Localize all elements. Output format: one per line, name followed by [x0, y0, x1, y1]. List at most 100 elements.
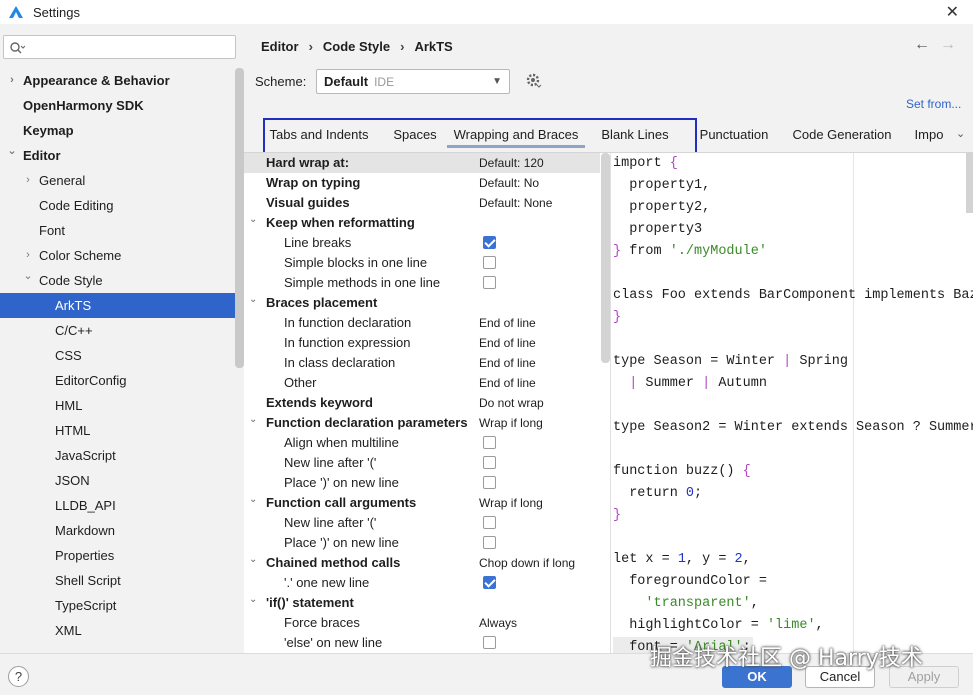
option-checkbox[interactable] [483, 516, 496, 529]
option-row[interactable]: Wrap on typing Default: No [244, 173, 600, 193]
option-row[interactable]: Other End of line [244, 373, 600, 393]
option-checkbox[interactable] [483, 636, 496, 649]
sidebar-item-code-style[interactable]: ⌄ Code Style [0, 268, 244, 293]
sidebar-item-color-scheme[interactable]: › Color Scheme [0, 243, 244, 268]
chevron-down-icon[interactable]: ⌄ [249, 410, 257, 430]
sidebar-item-hml[interactable]: HML [0, 393, 244, 418]
option-row[interactable]: New line after '(' [244, 453, 600, 473]
option-checkbox[interactable] [483, 256, 496, 269]
sidebar-item-arkts[interactable]: ArkTS [0, 293, 244, 318]
option-value[interactable]: Default: No [479, 173, 539, 193]
option-checkbox[interactable] [483, 476, 496, 489]
option-row[interactable]: Line breaks [244, 233, 600, 253]
tab-code-generation[interactable]: Code Generation [785, 122, 899, 148]
option-row[interactable]: In function expression End of line [244, 333, 600, 353]
breadcrumb-editor[interactable]: Editor [261, 39, 299, 54]
option-value[interactable]: End of line [479, 373, 536, 393]
sidebar-item-keymap[interactable]: Keymap [0, 118, 244, 143]
option-label: Chained method calls [266, 555, 401, 570]
back-arrow-icon[interactable]: ← [914, 36, 930, 54]
option-row[interactable]: Force braces Always [244, 613, 600, 633]
chevron-down-icon[interactable]: ⌄ [249, 550, 257, 570]
forward-arrow-icon[interactable]: → [940, 36, 956, 54]
sidebar-item-html[interactable]: HTML [0, 418, 244, 443]
option-row[interactable]: '.' one new line [244, 573, 600, 593]
option-checkbox[interactable] [483, 536, 496, 549]
sidebar-item-code-editing[interactable]: Code Editing [0, 193, 244, 218]
sidebar-item-json[interactable]: JSON [0, 468, 244, 493]
sidebar-item-editorconfig[interactable]: EditorConfig [0, 368, 244, 393]
sidebar-item-properties[interactable]: Properties [0, 543, 244, 568]
help-button[interactable]: ? [8, 666, 29, 687]
sidebar-item-lldb-api[interactable]: LLDB_API [0, 493, 244, 518]
sidebar-scrollbar[interactable] [235, 68, 244, 368]
sidebar-item-css[interactable]: CSS [0, 343, 244, 368]
option-row[interactable]: Align when multiline [244, 433, 600, 453]
option-row[interactable]: ⌄ Function call arguments Wrap if long [244, 493, 600, 513]
gear-icon[interactable] [525, 72, 542, 89]
sidebar-item-font[interactable]: Font [0, 218, 244, 243]
chevron-down-icon[interactable]: ⌄ [249, 210, 257, 230]
options-scrollbar[interactable] [601, 153, 610, 363]
option-row[interactable]: ⌄ Keep when reformatting [244, 213, 600, 233]
sidebar-item-openharmony-sdk[interactable]: OpenHarmony SDK [0, 93, 244, 118]
close-icon[interactable]: ✕ [946, 2, 959, 22]
option-row[interactable]: Simple blocks in one line [244, 253, 600, 273]
option-row[interactable]: ⌄ Chained method calls Chop down if long [244, 553, 600, 573]
option-row[interactable]: Extends keyword Do not wrap [244, 393, 600, 413]
option-value[interactable]: Chop down if long [479, 553, 575, 573]
sidebar-item-javascript[interactable]: JavaScript [0, 443, 244, 468]
sidebar-item-typescript[interactable]: TypeScript [0, 593, 244, 618]
option-checkbox[interactable] [483, 456, 496, 469]
sidebar-item-editor[interactable]: ⌄ Editor [0, 143, 244, 168]
option-row[interactable]: Place ')' on new line [244, 473, 600, 493]
tab-impo[interactable]: Impo [909, 122, 949, 148]
option-value[interactable]: Wrap if long [479, 413, 543, 433]
panel-divider[interactable] [610, 153, 611, 654]
scheme-dropdown[interactable]: Default IDE ▼ [316, 69, 510, 94]
option-row[interactable]: ⌄ Function declaration parameters Wrap if … [244, 413, 600, 433]
chevron-down-icon[interactable]: ⌄ [249, 590, 257, 610]
option-row[interactable]: New line after '(' [244, 513, 600, 533]
option-value[interactable]: Default: None [479, 193, 552, 213]
option-checkbox[interactable] [483, 436, 496, 449]
sidebar-item-appearance-behavior[interactable]: › Appearance & Behavior [0, 68, 244, 93]
tab-punctuation[interactable]: Punctuation [689, 122, 779, 148]
option-value[interactable]: End of line [479, 313, 536, 333]
chevron-down-icon[interactable]: ⌄ [23, 264, 33, 289]
sidebar-item-shell-script[interactable]: Shell Script [0, 568, 244, 593]
chevron-down-icon[interactable]: ⌄ [956, 127, 965, 140]
option-row[interactable]: Simple methods in one line [244, 273, 600, 293]
chevron-down-icon[interactable]: ⌄ [7, 139, 17, 164]
option-row[interactable]: In function declaration End of line [244, 313, 600, 333]
option-row[interactable]: Place ')' on new line [244, 533, 600, 553]
chevron-down-icon[interactable]: ⌄ [249, 490, 257, 510]
option-checkbox[interactable] [483, 576, 496, 589]
sidebar-item-general[interactable]: › General [0, 168, 244, 193]
option-value[interactable]: End of line [479, 333, 536, 353]
option-row[interactable]: Hard wrap at: Default: 120 [244, 153, 600, 173]
chevron-right-icon[interactable]: › [23, 168, 33, 193]
option-value[interactable]: Default: 120 [479, 153, 544, 173]
option-checkbox[interactable] [483, 236, 496, 249]
option-row[interactable]: Visual guides Default: None [244, 193, 600, 213]
option-row[interactable]: 'else' on new line [244, 633, 600, 653]
option-row[interactable]: ⌄ 'if()' statement [244, 593, 600, 613]
sidebar-item-c-c-[interactable]: C/C++ [0, 318, 244, 343]
option-value[interactable]: Always [479, 613, 517, 633]
option-value[interactable]: End of line [479, 353, 536, 373]
option-value[interactable]: Do not wrap [479, 393, 544, 413]
preview-scrollbar[interactable] [966, 153, 973, 213]
breadcrumb-code-style[interactable]: Code Style [323, 39, 390, 54]
option-row[interactable]: ⌄ Braces placement [244, 293, 600, 313]
sidebar-item-xml[interactable]: XML [0, 618, 244, 643]
search-input[interactable] [26, 39, 226, 55]
option-value[interactable]: Wrap if long [479, 493, 543, 513]
chevron-right-icon[interactable]: › [7, 68, 17, 93]
set-from-link[interactable]: Set from... [906, 97, 961, 111]
chevron-down-icon[interactable]: ⌄ [249, 290, 257, 310]
search-box[interactable] [3, 35, 236, 59]
option-checkbox[interactable] [483, 276, 496, 289]
option-row[interactable]: In class declaration End of line [244, 353, 600, 373]
sidebar-item-markdown[interactable]: Markdown [0, 518, 244, 543]
